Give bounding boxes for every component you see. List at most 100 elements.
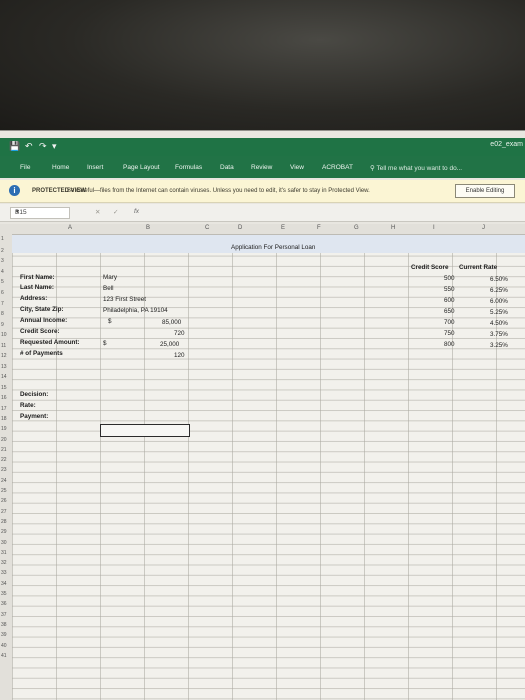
tab-data[interactable]: Data: [220, 164, 234, 171]
column-header[interactable]: J: [482, 225, 485, 231]
row-header[interactable]: 13: [1, 364, 7, 370]
column-header[interactable]: H: [391, 225, 395, 231]
label-payment[interactable]: Payment:: [20, 413, 48, 420]
row-header[interactable]: 22: [1, 457, 7, 463]
value-credit-score[interactable]: 720: [174, 330, 185, 337]
value-last-name[interactable]: Bell: [103, 285, 114, 292]
name-box[interactable]: B15 ▼: [10, 207, 70, 219]
value-address[interactable]: 123 First Street: [103, 296, 146, 303]
tab-home[interactable]: Home: [52, 164, 69, 171]
label-address[interactable]: Address:: [20, 295, 47, 302]
row-header[interactable]: 35: [1, 591, 7, 597]
row-header[interactable]: 33: [1, 570, 7, 576]
column-header[interactable]: A: [68, 225, 72, 231]
row-header[interactable]: 5: [1, 279, 4, 285]
value-num-payments[interactable]: 120: [174, 352, 185, 359]
column-header[interactable]: D: [238, 225, 242, 231]
row-header[interactable]: 32: [1, 560, 7, 566]
check-icon[interactable]: ✓: [113, 208, 118, 216]
row-header[interactable]: 27: [1, 509, 7, 515]
rate-table-rate[interactable]: 3.25%: [490, 342, 508, 349]
label-decision[interactable]: Decision:: [20, 391, 48, 398]
rate-table-rate[interactable]: 6.00%: [490, 298, 508, 305]
cancel-icon[interactable]: ✕: [95, 208, 100, 216]
rate-table-header-rate[interactable]: Current Rate: [459, 264, 497, 271]
row-header[interactable]: 24: [1, 478, 7, 484]
column-header[interactable]: B: [146, 225, 150, 231]
row-header[interactable]: 20: [1, 437, 7, 443]
rate-table-score[interactable]: 650: [444, 308, 455, 315]
tell-me-box[interactable]: ⚲ Tell me what you want to do...: [370, 164, 462, 172]
row-header[interactable]: 4: [1, 269, 4, 275]
insert-function-button[interactable]: fx: [134, 208, 139, 215]
row-header[interactable]: 15: [1, 385, 7, 391]
customize-icon[interactable]: ▾: [52, 141, 57, 152]
label-rate[interactable]: Rate:: [20, 402, 36, 409]
save-icon[interactable]: 💾: [9, 141, 20, 152]
label-first-name[interactable]: First Name:: [20, 274, 55, 281]
row-header[interactable]: 18: [1, 416, 7, 422]
rate-table-score[interactable]: 600: [444, 297, 455, 304]
row-header[interactable]: 40: [1, 643, 7, 649]
value-city-state-zip[interactable]: Philadelphia, PA 19104: [103, 307, 168, 314]
tab-acrobat[interactable]: ACROBAT: [322, 164, 353, 171]
row-header[interactable]: 12: [1, 353, 7, 359]
row-header[interactable]: 10: [1, 332, 7, 338]
rate-table-rate[interactable]: 6.50%: [490, 276, 508, 283]
tab-insert[interactable]: Insert: [87, 164, 103, 171]
rate-table-rate[interactable]: 4.50%: [490, 320, 508, 327]
column-header[interactable]: C: [205, 225, 209, 231]
tab-review[interactable]: Review: [251, 164, 272, 171]
row-header[interactable]: 39: [1, 632, 7, 638]
redo-icon[interactable]: ↷: [39, 141, 47, 152]
enable-editing-button[interactable]: Enable Editing: [455, 184, 515, 198]
row-header[interactable]: 1: [1, 236, 4, 242]
rate-table-rate[interactable]: 6.25%: [490, 287, 508, 294]
column-header[interactable]: F: [317, 225, 321, 231]
tab-file[interactable]: File: [20, 164, 30, 171]
row-header[interactable]: 3: [1, 258, 4, 264]
row-header[interactable]: 23: [1, 467, 7, 473]
row-header[interactable]: 6: [1, 290, 4, 296]
rate-table-score[interactable]: 700: [444, 319, 455, 326]
row-header[interactable]: 2: [1, 248, 4, 254]
label-num-payments[interactable]: # of Payments: [20, 350, 63, 357]
row-header[interactable]: 38: [1, 622, 7, 628]
column-header[interactable]: I: [433, 225, 435, 231]
row-header[interactable]: 31: [1, 550, 7, 556]
row-header[interactable]: 8: [1, 311, 4, 317]
undo-icon[interactable]: ↶: [25, 141, 33, 152]
column-header[interactable]: G: [354, 225, 359, 231]
row-header[interactable]: 28: [1, 519, 7, 525]
row-header[interactable]: 9: [1, 322, 4, 328]
rate-table-score[interactable]: 550: [444, 286, 455, 293]
row-header[interactable]: 11: [1, 343, 6, 349]
row-header[interactable]: 7: [1, 301, 4, 307]
row-header[interactable]: 14: [1, 374, 7, 380]
tab-page-layout[interactable]: Page Layout: [123, 164, 160, 171]
row-header[interactable]: 34: [1, 581, 7, 587]
row-header[interactable]: 25: [1, 488, 7, 494]
column-header[interactable]: E: [281, 225, 285, 231]
row-header[interactable]: 19: [1, 426, 7, 432]
value-annual-income[interactable]: 85,000: [162, 319, 181, 326]
rate-table-score[interactable]: 500: [444, 275, 455, 282]
rate-table-header-score[interactable]: Credit Score: [411, 264, 448, 271]
label-annual-income[interactable]: Annual Income:: [20, 317, 67, 324]
row-header[interactable]: 30: [1, 540, 7, 546]
row-header[interactable]: 41: [1, 653, 7, 659]
row-header[interactable]: 17: [1, 406, 7, 412]
label-credit-score[interactable]: Credit Score:: [20, 328, 60, 335]
rate-table-rate[interactable]: 5.25%: [490, 309, 508, 316]
value-first-name[interactable]: Mary: [103, 274, 117, 281]
rate-table-rate[interactable]: 3.75%: [490, 331, 508, 338]
row-header[interactable]: 21: [1, 447, 7, 453]
row-header[interactable]: 26: [1, 498, 7, 504]
rate-table-score[interactable]: 750: [444, 330, 455, 337]
row-header[interactable]: 36: [1, 601, 7, 607]
row-header[interactable]: 16: [1, 395, 7, 401]
sheet-title[interactable]: Application For Personal Loan: [231, 244, 315, 251]
spreadsheet-grid[interactable]: [12, 235, 525, 700]
chevron-down-icon[interactable]: ▼: [15, 209, 67, 215]
row-header[interactable]: 37: [1, 612, 7, 618]
